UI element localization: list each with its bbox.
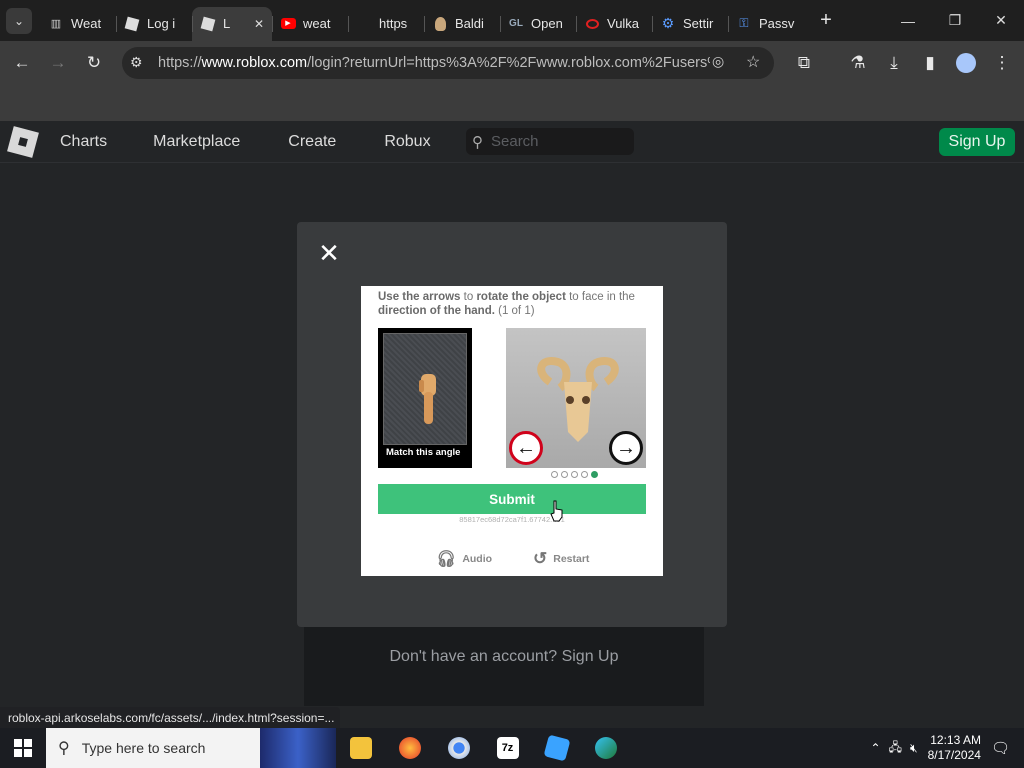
- minimize-button[interactable]: —: [885, 0, 931, 41]
- new-tab-button[interactable]: +: [812, 9, 840, 32]
- edge-icon: [594, 737, 617, 759]
- address-bar[interactable]: ⚙ https://www.roblox.com/login?returnUrl…: [122, 47, 774, 79]
- tab-youtube[interactable]: ▶ weat: [272, 7, 348, 41]
- close-icon[interactable]: ✕: [316, 240, 342, 268]
- forward-button[interactable]: →: [40, 45, 76, 81]
- 7zip-icon: 7z: [496, 737, 519, 759]
- nav-charts[interactable]: Charts: [60, 133, 107, 151]
- nav-marketplace[interactable]: Marketplace: [153, 133, 240, 151]
- eye-slash-icon[interactable]: ◎: [712, 53, 724, 70]
- profile-avatar-icon[interactable]: [948, 45, 984, 81]
- opengl-icon: GL: [509, 18, 523, 29]
- windows-logo-icon: [14, 739, 32, 757]
- match-angle-label: Match this angle: [386, 447, 461, 458]
- tab-login[interactable]: Log i: [116, 7, 192, 41]
- nav-robux[interactable]: Robux: [384, 133, 430, 151]
- download-icon[interactable]: ⤓: [876, 45, 912, 81]
- no-account-signup-link[interactable]: Don't have an account? Sign Up: [304, 648, 704, 666]
- taskbar-search-input[interactable]: ⚲ Type here to search: [46, 728, 336, 768]
- page-indicator-dots: [551, 471, 598, 478]
- signup-button[interactable]: Sign Up: [939, 128, 1015, 156]
- notification-icon[interactable]: 🗨︎: [991, 739, 1010, 757]
- search-highlight-image: [260, 728, 336, 768]
- taskbar-edge[interactable]: [581, 728, 630, 768]
- gear-icon: ⚙: [661, 15, 675, 31]
- tab-settings[interactable]: ⚙ Settir: [652, 7, 728, 41]
- chrome-icon: [447, 737, 470, 759]
- taskbar-chrome[interactable]: [434, 728, 483, 768]
- side-panel-icon[interactable]: ▮: [912, 45, 948, 81]
- search-input[interactable]: ⚲ Search: [466, 128, 634, 155]
- bookmarks-bar-area: [0, 85, 1024, 121]
- start-button[interactable]: [0, 728, 46, 768]
- blank-icon: [356, 16, 372, 32]
- baldi-icon: [432, 16, 448, 32]
- browser-tab-strip: ⌄ ▥ Weat Log i L ✕ ▶ weat https Baldi GL Ope…: [0, 0, 1024, 41]
- tab-vulkan[interactable]: Vulka: [576, 7, 652, 41]
- extensions-icon[interactable]: ⧉: [786, 45, 822, 81]
- page-dot: [561, 471, 568, 478]
- taskbar-firefox[interactable]: [385, 728, 434, 768]
- clock[interactable]: 12:13 AM 8/17/2024: [928, 733, 981, 763]
- system-tray: ⌃ 🖧︎ 🔇︎ 12:13 AM 8/17/2024 🗨︎: [871, 728, 1024, 768]
- page-dot: [581, 471, 588, 478]
- roblox-icon: [200, 16, 216, 32]
- mouse-pointer-hand-icon: [550, 500, 563, 522]
- opera-icon: [584, 16, 600, 32]
- close-tab-icon[interactable]: ✕: [254, 17, 264, 31]
- star-icon[interactable]: ☆: [746, 52, 760, 72]
- columns-icon: ▥: [50, 18, 62, 30]
- page-dot-active: [591, 471, 598, 478]
- tab-opengl[interactable]: GL Open: [500, 7, 576, 41]
- youtube-icon: ▶: [280, 16, 296, 32]
- roblox-studio-icon: [543, 734, 570, 762]
- ram-skull-icon: [537, 357, 619, 442]
- restart-icon: ↺: [533, 549, 548, 568]
- taskbar-7zip[interactable]: 7z: [483, 728, 532, 768]
- page-dot: [571, 471, 578, 478]
- close-window-button[interactable]: ✕: [978, 0, 1024, 41]
- roblox-icon: [124, 16, 140, 32]
- menu-kebab-icon[interactable]: ⋮: [984, 45, 1020, 81]
- taskbar-file-explorer[interactable]: [336, 728, 385, 768]
- key-icon: ⚿: [739, 16, 749, 30]
- captcha-instructions: Use the arrows to rotate the object to f…: [378, 291, 635, 317]
- labs-flask-icon[interactable]: ⚗: [840, 45, 876, 81]
- audio-button[interactable]: 🎧︎ Audio: [436, 549, 492, 569]
- link-status-bar: roblox-api.arkoselabs.com/fc/assets/.../…: [0, 707, 340, 728]
- session-id: 85817ec68d72ca7f1.67742...01: [459, 515, 565, 524]
- headphones-icon: 🎧︎: [436, 551, 457, 568]
- firefox-icon: [398, 737, 421, 759]
- taskbar-roblox-studio[interactable]: [532, 728, 581, 768]
- tab-passwords[interactable]: ⚿ Passv: [728, 7, 804, 41]
- rotate-right-arrow-button[interactable]: →: [609, 431, 643, 465]
- chevron-up-icon[interactable]: ⌃: [871, 741, 881, 755]
- search-icon: ⚲: [472, 133, 483, 151]
- back-button[interactable]: ←: [4, 45, 40, 81]
- submit-button[interactable]: Submit: [378, 484, 646, 514]
- tab-https[interactable]: https: [348, 7, 424, 41]
- folder-icon: [349, 737, 372, 759]
- login-card-background: [304, 626, 704, 706]
- tab-baldi[interactable]: Baldi: [424, 7, 500, 41]
- page-dot: [551, 471, 558, 478]
- tab-weather[interactable]: ▥ Weat: [40, 7, 116, 41]
- roblox-logo-icon[interactable]: [7, 125, 39, 158]
- tab-roblox-login-active[interactable]: L ✕: [192, 6, 272, 41]
- network-icon[interactable]: 🖧︎: [889, 738, 902, 759]
- pointing-hand-icon: [419, 374, 436, 424]
- site-info-icon[interactable]: ⚙: [130, 54, 143, 71]
- restore-button[interactable]: ❐: [932, 0, 978, 41]
- url-text[interactable]: https://www.roblox.com/login?returnUrl=h…: [158, 55, 710, 71]
- reload-button[interactable]: ↻: [76, 45, 112, 81]
- tab-search-button[interactable]: ⌄: [6, 7, 32, 34]
- restart-button[interactable]: ↺ Restart: [533, 549, 589, 569]
- speaker-muted-icon[interactable]: 🔇︎: [910, 741, 918, 756]
- nav-create[interactable]: Create: [288, 133, 336, 151]
- rotate-left-arrow-button[interactable]: ←: [509, 431, 543, 465]
- search-icon: ⚲: [58, 740, 70, 757]
